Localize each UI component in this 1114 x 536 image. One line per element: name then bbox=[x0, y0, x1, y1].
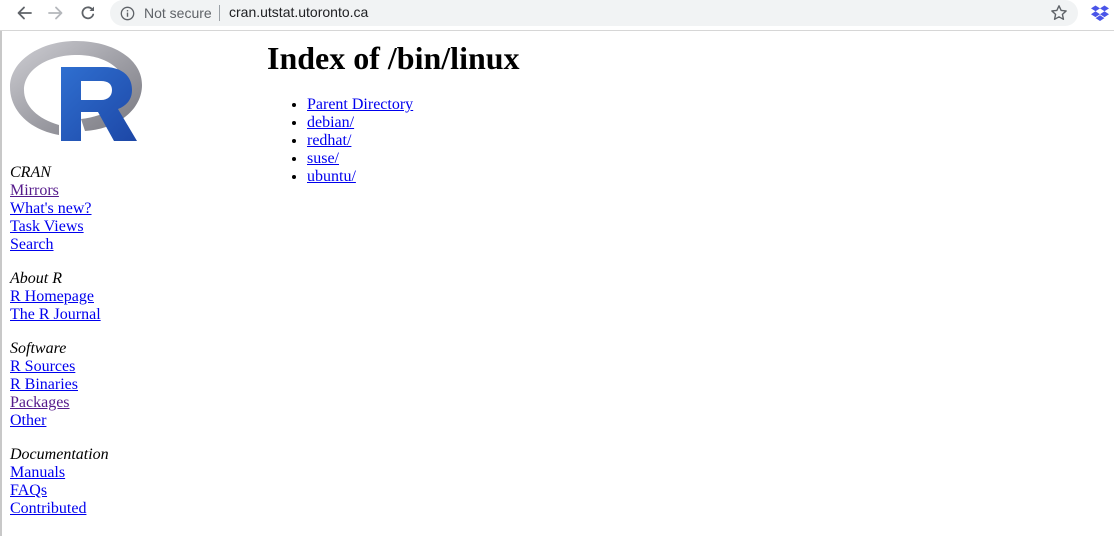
sidebar-link-r-homepage[interactable]: R Homepage bbox=[10, 288, 210, 306]
security-status-label: Not secure bbox=[144, 5, 212, 21]
sidebar-link-contributed[interactable]: Contributed bbox=[10, 500, 210, 518]
sidebar-section: CRAN Mirrors What's new? Task Views Search bbox=[10, 164, 210, 254]
sidebar-link-search[interactable]: Search bbox=[10, 236, 210, 254]
page-content: CRAN Mirrors What's new? Task Views Search Ab… bbox=[0, 31, 1114, 536]
sidebar-section: Software R Sources R Binaries Packages Other bbox=[10, 340, 210, 430]
sidebar-heading: CRAN bbox=[10, 164, 51, 181]
sidebar-heading: Software bbox=[10, 340, 67, 357]
address-bar-divider bbox=[219, 5, 220, 21]
r-logo[interactable] bbox=[9, 39, 143, 143]
sidebar-link-other[interactable]: Other bbox=[10, 412, 210, 430]
url-text[interactable]: cran.utstat.utoronto.ca bbox=[229, 4, 368, 20]
address-bar[interactable]: Not secure cran.utstat.utoronto.ca bbox=[110, 0, 1078, 26]
list-item: debian/ bbox=[307, 114, 413, 132]
directory-link[interactable]: ubuntu/ bbox=[307, 168, 356, 185]
directory-link[interactable]: debian/ bbox=[307, 114, 354, 131]
site-info-button[interactable]: Not secure bbox=[110, 0, 212, 26]
sidebar-heading: Documentation bbox=[10, 446, 109, 463]
frame-border bbox=[0, 31, 2, 536]
directory-link[interactable]: suse/ bbox=[307, 150, 339, 167]
sidebar-link-the-r-journal[interactable]: The R Journal bbox=[10, 306, 210, 324]
list-item: ubuntu/ bbox=[307, 168, 413, 186]
sidebar-link-mirrors[interactable]: Mirrors bbox=[10, 182, 210, 200]
directory-link[interactable]: Parent Directory bbox=[307, 96, 413, 113]
dropbox-icon[interactable] bbox=[1090, 3, 1110, 23]
list-item: Parent Directory bbox=[307, 96, 413, 114]
forward-button[interactable] bbox=[43, 2, 69, 24]
reload-button[interactable] bbox=[75, 2, 101, 24]
list-item: suse/ bbox=[307, 150, 413, 168]
directory-listing: Parent Directorydebian/redhat/suse/ubunt… bbox=[267, 96, 413, 186]
reload-icon bbox=[81, 6, 95, 20]
back-button[interactable] bbox=[11, 2, 37, 24]
sidebar-link-task-views[interactable]: Task Views bbox=[10, 218, 210, 236]
sidebar-section: About RR Homepage The R Journal bbox=[10, 270, 210, 324]
page-title: Index of /bin/linux bbox=[267, 40, 520, 76]
list-item: redhat/ bbox=[307, 132, 413, 150]
sidebar-link-r-binaries[interactable]: R Binaries bbox=[10, 376, 210, 394]
sidebar-section: Documentation Manuals FAQs Contributed bbox=[10, 446, 210, 518]
sidebar-heading: About R bbox=[10, 270, 62, 287]
sidebar-link-packages[interactable]: Packages bbox=[10, 394, 210, 412]
star-icon[interactable] bbox=[1050, 4, 1068, 22]
arrow-left-icon bbox=[17, 6, 32, 20]
info-icon bbox=[120, 6, 135, 20]
sidebar-nav: CRAN Mirrors What's new? Task Views Search Ab… bbox=[10, 164, 210, 534]
sidebar-link-faqs[interactable]: FAQs bbox=[10, 482, 210, 500]
sidebar-link-manuals[interactable]: Manuals bbox=[10, 464, 210, 482]
arrow-right-icon bbox=[48, 6, 63, 20]
sidebar-link-what-s-new[interactable]: What's new? bbox=[10, 200, 210, 218]
sidebar-link-r-sources[interactable]: R Sources bbox=[10, 358, 210, 376]
directory-link[interactable]: redhat/ bbox=[307, 132, 351, 149]
browser-toolbar: Not secure cran.utstat.utoronto.ca bbox=[0, 0, 1114, 31]
